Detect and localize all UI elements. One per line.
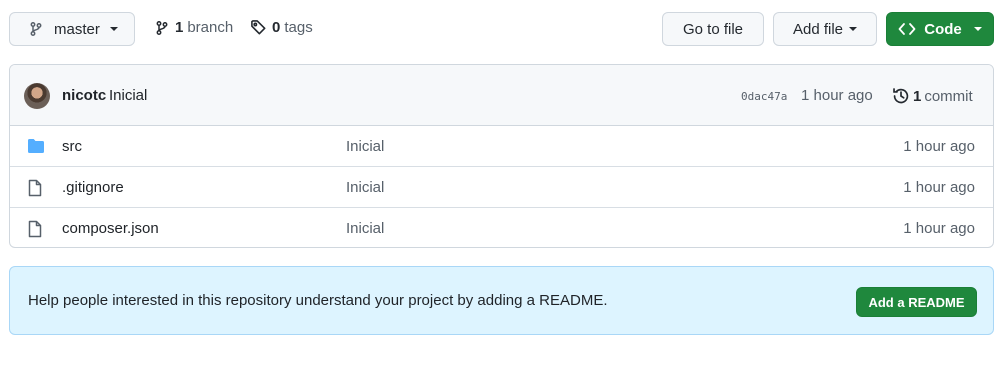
- commit-author-link[interactable]: nicotc: [62, 87, 106, 104]
- list-item: .gitignore Inicial 1 hour ago: [10, 166, 993, 207]
- latest-commit-bar: nicotc Inicial 0dac47a 1 hour ago 1 comm…: [10, 65, 993, 126]
- file-name-link[interactable]: .gitignore: [62, 179, 124, 196]
- git-branch-icon: [28, 21, 44, 37]
- branch-name: master: [54, 20, 100, 38]
- file-commit-message-link[interactable]: Inicial: [346, 138, 384, 155]
- branches-label: branch: [187, 19, 234, 36]
- file-icon: [27, 179, 43, 197]
- commit-count-label: commit: [924, 87, 973, 105]
- file-name-link[interactable]: src: [62, 138, 82, 155]
- branches-link[interactable]: 1 branch: [154, 19, 233, 36]
- code-icon: [898, 22, 916, 36]
- folder-icon: [27, 138, 45, 154]
- commit-sha-link[interactable]: 0dac47a: [741, 90, 787, 103]
- history-icon: [892, 87, 910, 105]
- repo-toolbar: master 1 branch 0 tags Go to file Add fi…: [0, 0, 1002, 60]
- commit-message-link[interactable]: Inicial: [109, 87, 147, 104]
- readme-prompt-text: Help people interested in this repositor…: [28, 292, 608, 309]
- file-commit-time: 1 hour ago: [903, 220, 975, 237]
- add-file-label: Add file: [792, 20, 844, 38]
- file-commit-time: 1 hour ago: [903, 179, 975, 196]
- code-label: Code: [924, 20, 962, 38]
- commit-history-link[interactable]: 1 commit: [892, 87, 973, 105]
- file-name-link[interactable]: composer.json: [62, 220, 159, 237]
- list-item: src Inicial 1 hour ago: [10, 126, 993, 166]
- readme-prompt-banner: Help people interested in this repositor…: [9, 266, 994, 335]
- tag-icon: [250, 19, 267, 36]
- code-button[interactable]: Code: [886, 12, 994, 46]
- tags-link[interactable]: 0 tags: [250, 19, 313, 36]
- file-commit-message-link[interactable]: Inicial: [346, 220, 384, 237]
- chevron-down-icon: [109, 27, 118, 31]
- go-to-file-label: Go to file: [682, 20, 744, 38]
- git-branch-icon: [154, 20, 170, 36]
- tags-count: 0: [272, 19, 281, 36]
- commit-count: 1: [913, 87, 922, 105]
- list-item: composer.json Inicial 1 hour ago: [10, 207, 993, 247]
- branches-count: 1: [175, 19, 184, 36]
- chevron-down-icon: [849, 27, 858, 31]
- chevron-down-icon: [973, 27, 982, 31]
- avatar[interactable]: [24, 83, 50, 109]
- add-readme-button[interactable]: Add a README: [856, 287, 977, 317]
- file-icon: [27, 220, 43, 238]
- add-file-button[interactable]: Add file: [773, 12, 877, 46]
- branch-select-button[interactable]: master: [9, 12, 135, 46]
- go-to-file-button[interactable]: Go to file: [662, 12, 764, 46]
- file-commit-time: 1 hour ago: [903, 138, 975, 155]
- commit-time: 1 hour ago: [801, 87, 873, 104]
- tags-label: tags: [284, 19, 313, 36]
- file-browser: nicotc Inicial 0dac47a 1 hour ago 1 comm…: [9, 64, 994, 248]
- file-commit-message-link[interactable]: Inicial: [346, 179, 384, 196]
